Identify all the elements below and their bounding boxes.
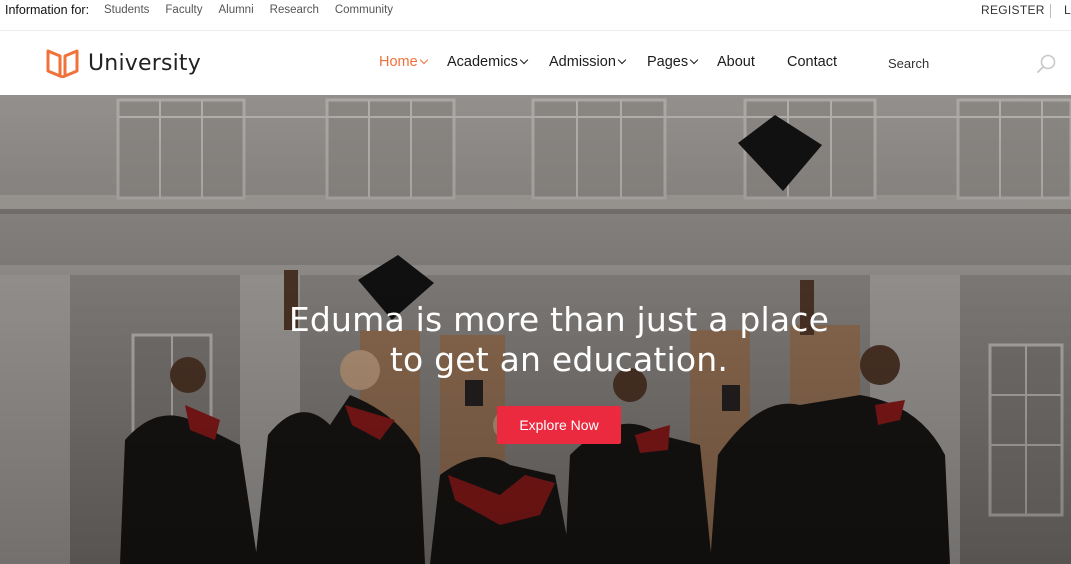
search-icon[interactable] [1036, 53, 1058, 75]
hero-title-line-2: to get an education. [389, 340, 729, 379]
info-link-students[interactable]: Students [104, 4, 149, 16]
hero-title: Eduma is more than just a place to get a… [0, 300, 1071, 380]
nav-about-label: About [717, 54, 755, 70]
info-link-research[interactable]: Research [270, 4, 319, 16]
hero-banner: Eduma is more than just a place to get a… [0, 95, 1071, 564]
chevron-down-icon [419, 55, 428, 65]
info-link-community[interactable]: Community [335, 4, 393, 16]
info-link-alumni[interactable]: Alumni [218, 4, 253, 16]
nav-pages-label: Pages [647, 54, 689, 70]
hero-title-line-1: Eduma is more than just a place [288, 300, 830, 339]
site-logo[interactable]: University [46, 48, 201, 78]
nav-home-label: Home [379, 54, 418, 70]
nav-home[interactable]: Home [379, 54, 428, 70]
register-link[interactable]: REGISTER [981, 3, 1045, 17]
chevron-down-icon [689, 55, 699, 65]
login-link[interactable]: L [1064, 3, 1071, 17]
nav-admission[interactable]: Admission [549, 54, 627, 70]
chevron-down-icon [617, 55, 627, 65]
nav-contact[interactable]: Contact [787, 54, 837, 70]
logo-text: University [88, 50, 201, 76]
nav-academics[interactable]: Academics [447, 54, 529, 70]
top-info-bar: Information for: Students Faculty Alumni… [0, 0, 1071, 31]
site-header: University Home Academics Admission Page… [0, 32, 1071, 95]
topbar-divider [1050, 4, 1051, 18]
info-links: Students Faculty Alumni Research Communi… [104, 4, 393, 16]
search-input[interactable] [888, 52, 1018, 74]
info-for-label: Information for: [5, 3, 90, 17]
chevron-down-icon [519, 55, 529, 65]
nav-contact-label: Contact [787, 54, 837, 70]
nav-academics-label: Academics [447, 54, 518, 70]
explore-now-button[interactable]: Explore Now [497, 406, 621, 444]
nav-admission-label: Admission [549, 54, 616, 70]
nav-pages[interactable]: Pages [647, 54, 699, 70]
open-book-icon [46, 49, 79, 78]
nav-about[interactable]: About [717, 54, 755, 70]
info-link-faculty[interactable]: Faculty [165, 4, 202, 16]
